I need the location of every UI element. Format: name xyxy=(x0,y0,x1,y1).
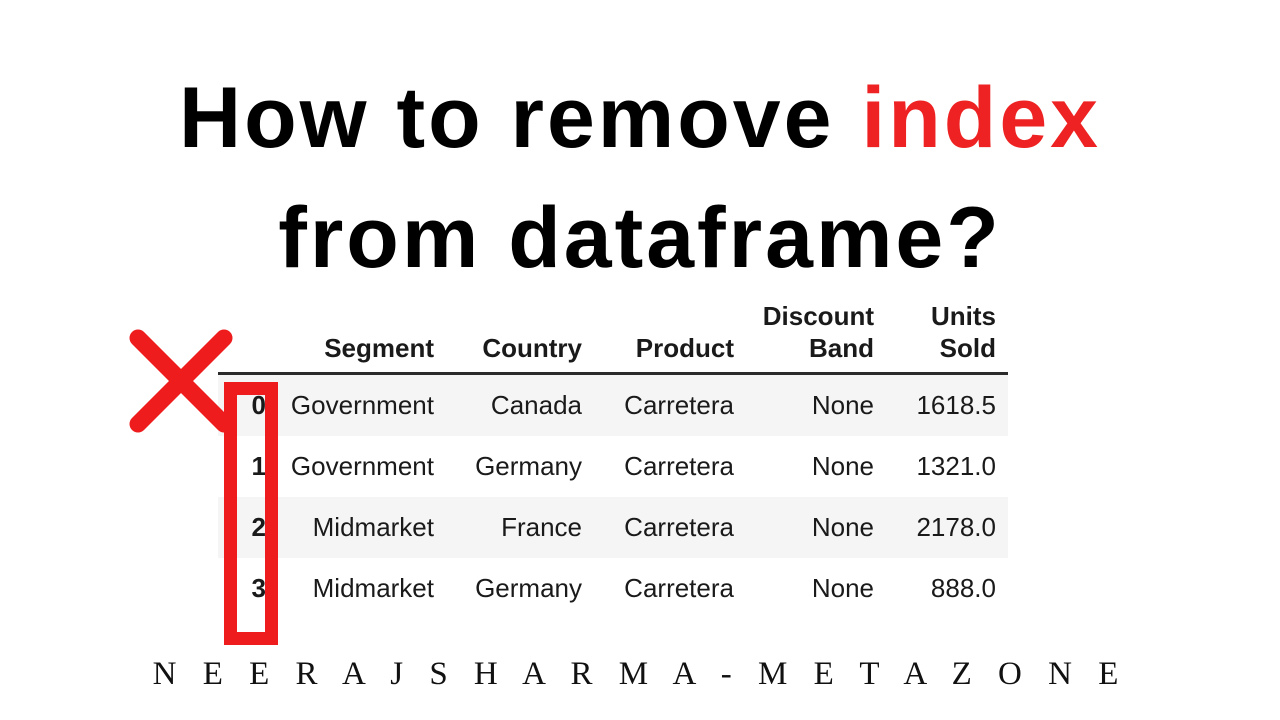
title-accent-word: index xyxy=(861,70,1101,166)
cell-discount-band-1: None xyxy=(746,436,886,497)
cell-country-3: Germany xyxy=(446,558,594,619)
column-header-index xyxy=(218,300,276,375)
cell-discount-band-2: None xyxy=(746,497,886,558)
table-row: 0 Government Canada Carretera None 1618.… xyxy=(218,373,1008,436)
table-row: 2 Midmarket France Carretera None 2178.0 xyxy=(218,497,1008,558)
table-row: 1 Government Germany Carretera None 1321… xyxy=(218,436,1008,497)
cell-units-sold-0: 1618.5 xyxy=(886,373,1008,436)
cell-segment-0: Government xyxy=(276,373,446,436)
column-header-country: Country xyxy=(446,300,594,375)
cell-units-sold-2: 2178.0 xyxy=(886,497,1008,558)
cell-discount-band-0: None xyxy=(746,373,886,436)
cell-product-1: Carretera xyxy=(594,436,746,497)
cell-units-sold-1: 1321.0 xyxy=(886,436,1008,497)
title-line-2: from dataframe? xyxy=(278,190,1002,286)
cell-country-0: Canada xyxy=(446,373,594,436)
header-row: Segment Country Product Discount Band Un… xyxy=(218,300,1008,375)
page-title: How to remove index from dataframe? xyxy=(0,58,1280,298)
cell-units-sold-3: 888.0 xyxy=(886,558,1008,619)
cell-segment-2: Midmarket xyxy=(276,497,446,558)
column-header-segment: Segment xyxy=(276,300,446,375)
title-line-1: How to remove index xyxy=(0,58,1280,178)
table-row: 3 Midmarket Germany Carretera None 888.0 xyxy=(218,558,1008,619)
cell-segment-1: Government xyxy=(276,436,446,497)
row-index-1: 1 xyxy=(218,436,276,497)
cell-product-0: Carretera xyxy=(594,373,746,436)
row-index-2: 2 xyxy=(218,497,276,558)
row-index-3: 3 xyxy=(218,558,276,619)
column-header-discount-band: Discount Band xyxy=(746,300,886,375)
table-header: Segment Country Product Discount Band Un… xyxy=(218,300,1008,375)
column-header-product: Product xyxy=(594,300,746,375)
dataframe-table: Segment Country Product Discount Band Un… xyxy=(218,300,1008,619)
cell-country-2: France xyxy=(446,497,594,558)
cell-country-1: Germany xyxy=(446,436,594,497)
table-body: 0 Government Canada Carretera None 1618.… xyxy=(218,373,1008,619)
cell-discount-band-3: None xyxy=(746,558,886,619)
footer-caption: N E E R A J S H A R M A - M E T A Z O N … xyxy=(152,656,1128,692)
column-header-units-sold: Units Sold xyxy=(886,300,1008,375)
cell-segment-3: Midmarket xyxy=(276,558,446,619)
row-index-0: 0 xyxy=(218,373,276,436)
dataframe-table-container: Segment Country Product Discount Band Un… xyxy=(218,300,1008,619)
cell-product-3: Carretera xyxy=(594,558,746,619)
cell-product-2: Carretera xyxy=(594,497,746,558)
title-line-1-prefix: How to remove xyxy=(179,70,862,166)
